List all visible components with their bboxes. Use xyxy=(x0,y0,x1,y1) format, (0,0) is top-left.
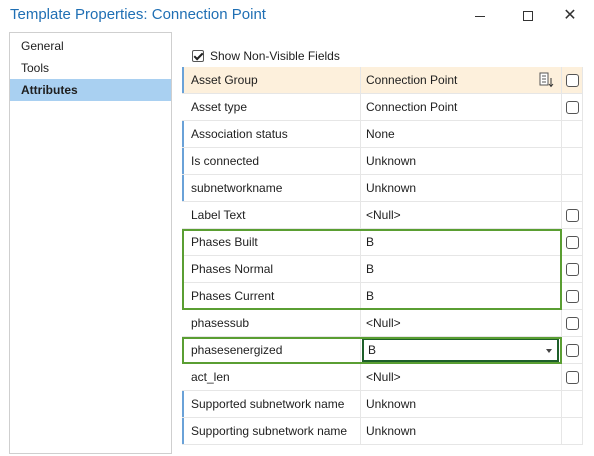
minimize-icon[interactable] xyxy=(470,7,490,25)
row-checkbox[interactable] xyxy=(566,317,579,330)
attribute-value[interactable]: B xyxy=(366,256,374,282)
dropdown-selected-value: B xyxy=(368,343,377,357)
window-title: Template Properties: Connection Point xyxy=(10,6,266,23)
maximize-icon[interactable] xyxy=(518,7,538,25)
row-checkbox[interactable] xyxy=(566,101,579,114)
attribute-value[interactable]: Unknown xyxy=(366,148,416,174)
nav-item-general[interactable]: General xyxy=(10,35,171,57)
table-row: Asset type Connection Point xyxy=(182,94,582,121)
asset-group-checkbox[interactable] xyxy=(566,74,579,87)
table-row: Supporting subnetwork name Unknown xyxy=(182,418,582,445)
row-checkbox[interactable] xyxy=(566,209,579,222)
attribute-value[interactable]: B xyxy=(366,283,374,309)
attribute-value[interactable]: None xyxy=(366,121,395,147)
grid-header-row: Asset Group Connection Point xyxy=(182,67,582,94)
attribute-value[interactable]: B xyxy=(366,229,374,255)
attribute-name: Association status xyxy=(182,121,361,147)
nav-item-attributes[interactable]: Attributes xyxy=(10,79,171,101)
row-checkbox[interactable] xyxy=(566,344,579,357)
table-row: subnetworkname Unknown xyxy=(182,175,582,202)
table-row: Supported subnetwork name Unknown xyxy=(182,391,582,418)
nav-pane: General Tools Attributes xyxy=(9,32,172,454)
attribute-value[interactable]: <Null> xyxy=(366,364,401,390)
attribute-value[interactable]: Unknown xyxy=(366,418,416,444)
grid-right-border xyxy=(582,67,583,445)
attribute-value[interactable]: Connection Point xyxy=(366,94,457,120)
attribute-name: Phases Built xyxy=(182,229,361,255)
asset-group-value: Connection Point xyxy=(366,73,458,87)
asset-group-label: Asset Group xyxy=(182,67,361,93)
sort-fields-icon[interactable] xyxy=(538,72,554,88)
row-checkbox[interactable] xyxy=(566,236,579,249)
attribute-value[interactable]: <Null> xyxy=(366,310,401,336)
table-row: phasessub <Null> xyxy=(182,310,582,337)
title-bar: Template Properties: Connection Point ✕ xyxy=(0,0,594,32)
attribute-name: Asset type xyxy=(182,94,361,120)
show-non-visible-toggle[interactable]: Show Non-Visible Fields xyxy=(192,46,340,64)
attribute-name: Supported subnetwork name xyxy=(182,391,361,417)
attribute-value[interactable]: Unknown xyxy=(366,175,416,201)
row-checkbox[interactable] xyxy=(566,290,579,303)
close-icon[interactable]: ✕ xyxy=(560,7,580,25)
table-row: Association status None xyxy=(182,121,582,148)
attribute-name: Label Text xyxy=(182,202,361,228)
table-row: Phases Built B xyxy=(182,229,582,256)
table-row: act_len <Null> xyxy=(182,364,582,391)
attribute-name: Is connected xyxy=(182,148,361,174)
nav-item-tools[interactable]: Tools xyxy=(10,57,171,79)
attribute-value[interactable]: Unknown xyxy=(366,391,416,417)
table-row: phasesenergized B xyxy=(182,337,582,364)
attribute-name: subnetworkname xyxy=(182,175,361,201)
table-row: Phases Current B xyxy=(182,283,582,310)
show-non-visible-label: Show Non-Visible Fields xyxy=(210,48,340,63)
show-non-visible-checkbox[interactable] xyxy=(192,49,204,62)
attribute-name: phasesenergized xyxy=(182,337,361,363)
table-row: Is connected Unknown xyxy=(182,148,582,175)
attribute-value[interactable]: <Null> xyxy=(366,202,401,228)
attribute-name: Supporting subnetwork name xyxy=(182,418,361,444)
table-row: Label Text <Null> xyxy=(182,202,582,229)
table-row: Phases Normal B xyxy=(182,256,582,283)
chevron-down-icon[interactable] xyxy=(546,349,552,353)
row-checkbox[interactable] xyxy=(566,263,579,276)
attribute-name: Phases Current xyxy=(182,283,361,309)
attribute-name: Phases Normal xyxy=(182,256,361,282)
attribute-name: phasessub xyxy=(182,310,361,336)
attribute-name: act_len xyxy=(182,364,361,390)
row-checkbox[interactable] xyxy=(566,371,579,384)
phasesenergized-dropdown[interactable]: B xyxy=(362,338,559,362)
